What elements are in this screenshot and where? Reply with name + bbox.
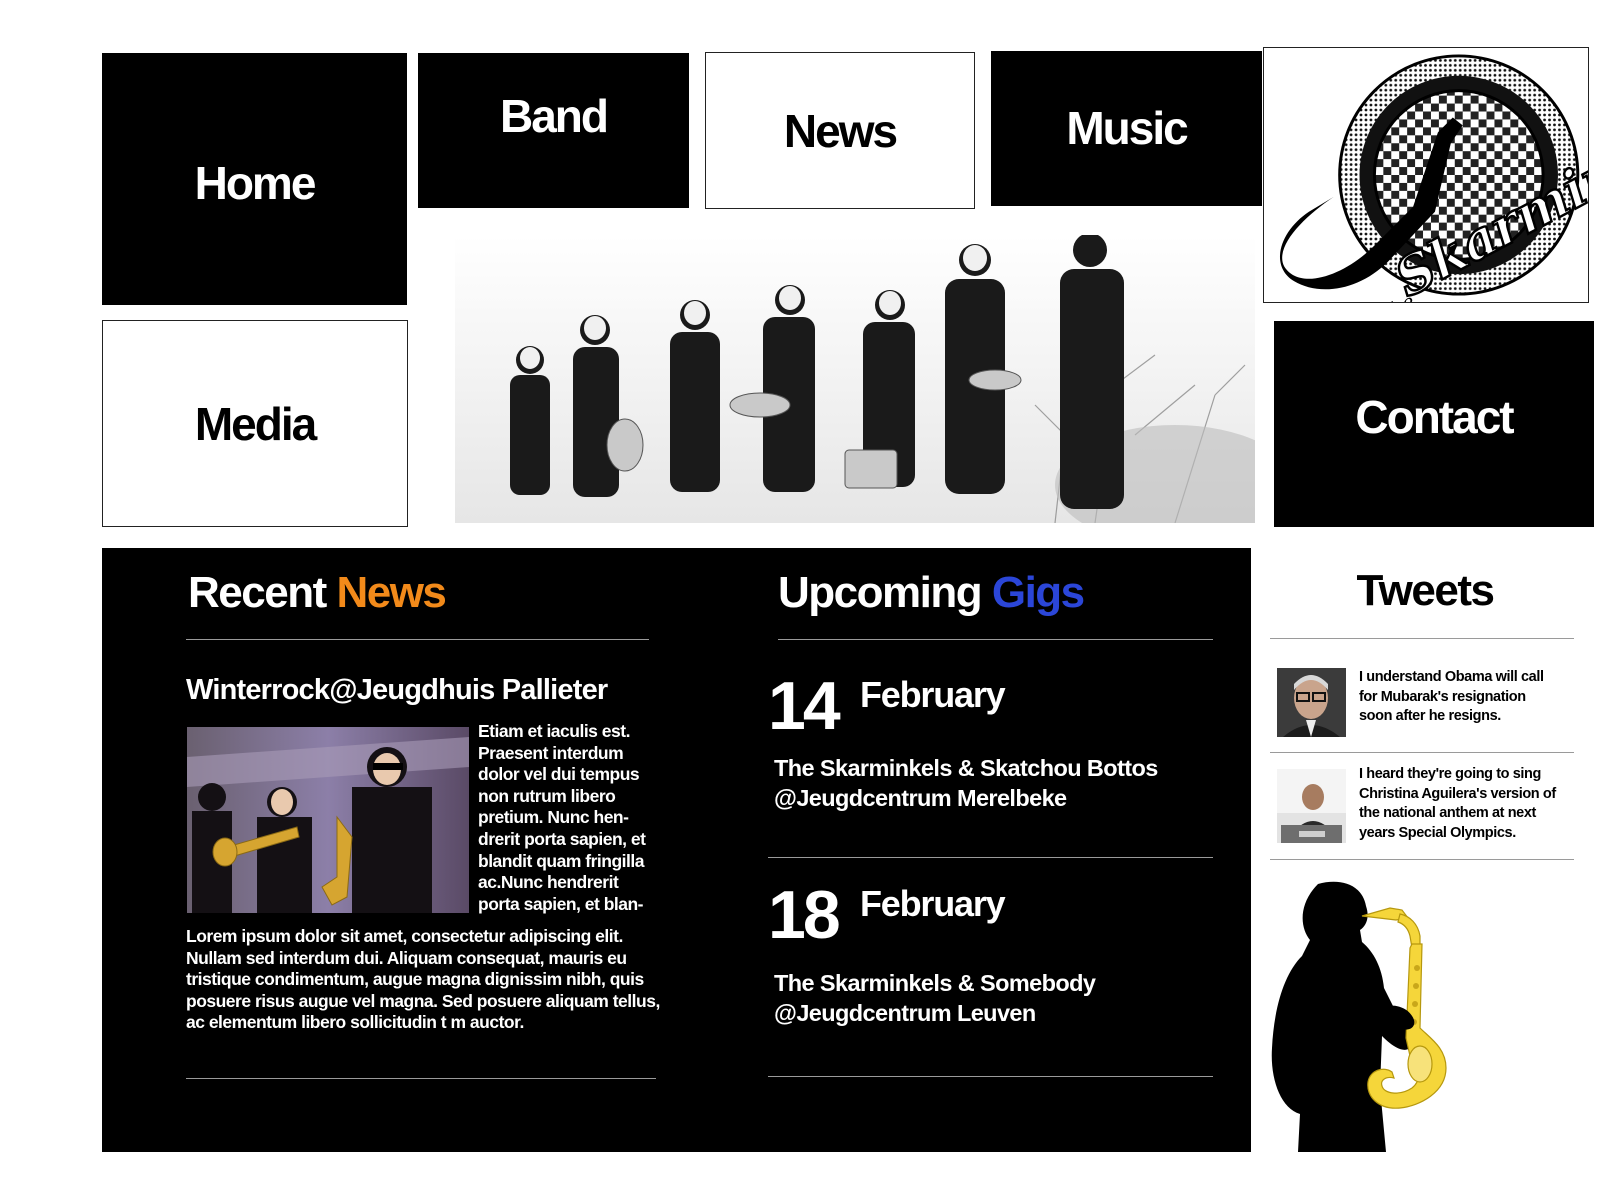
tweet-line: for Mubarak's resignation (1359, 688, 1526, 705)
nav-home-label: Home (194, 157, 317, 209)
upcoming-gigs-title-part1: Upcoming (778, 568, 983, 617)
news-body-text: Lorem ipsum dolor sit amet, consectetur … (186, 926, 666, 1034)
gig-description: The Skarminkels & Somebody @Jeugdcentrum… (774, 968, 1096, 1028)
tweet-text: I heard they're going to sing Christina … (1359, 765, 1569, 843)
tweet-line: years Special Olympics. (1359, 824, 1516, 841)
news-body-line: Nullam sed interdum dui. Aliquam consequ… (186, 947, 627, 968)
gig-line: The Skarminkels & Somebody (774, 970, 1096, 996)
tweet-item[interactable]: I understand Obama will call for Mubarak… (1266, 668, 1572, 748)
news-side-line: blandit quam fringilla (478, 850, 644, 871)
news-side-line: pretium. Nunc hen- (478, 807, 629, 828)
skarminkels-logo-icon: Skarminkels The (1279, 54, 1600, 328)
upcoming-gigs-title-accent: Gigs (991, 568, 1085, 617)
nav-media-label: Media (194, 397, 317, 450)
recent-news-divider (186, 639, 649, 640)
gig-day: 18 (768, 877, 841, 953)
news-side-line: non rutrum libero (478, 785, 616, 806)
tweet-line: soon after he resigns. (1359, 708, 1501, 724)
gig-description: The Skarminkels & Skatchou Bottos @Jeugd… (774, 753, 1158, 813)
tweet-avatar (1277, 668, 1346, 737)
nav-news-label: News (783, 104, 898, 157)
tweet-line: the national anthem at next (1359, 805, 1536, 821)
nav-contact[interactable]: Contact (1274, 321, 1594, 527)
upcoming-gigs-divider (778, 639, 1213, 640)
news-body-line: posuere risus augue vel magna. Sed posue… (186, 990, 660, 1011)
recent-news-title-part1: Recent (188, 568, 327, 617)
user-avatar-icon (1277, 668, 1346, 737)
saxophone-player-icon (1271, 881, 1447, 1152)
news-body-line: tristique condimentum, augue magna digni… (186, 969, 644, 990)
news-side-line: drerit porta sapien, et (478, 828, 646, 849)
recent-news-bottom-divider (186, 1078, 656, 1079)
news-side-line: Etiam et iaculis est. (478, 721, 630, 741)
saxophone-player-silhouette (1270, 878, 1470, 1152)
band-logo[interactable]: Skarminkels The (1263, 47, 1600, 328)
news-side-line: porta sapien, et blan- (478, 893, 644, 914)
tweet-text: I understand Obama will call for Mubarak… (1359, 668, 1569, 727)
nav-home[interactable]: Home (102, 53, 407, 305)
tweet-line: Christina Aguilera's version of (1359, 785, 1556, 802)
nav-band-label: Band (500, 89, 609, 142)
gig-day: 14 (768, 668, 841, 744)
main-panel: Recent News Winterrock@Jeugdhuis Palliet… (102, 548, 1251, 1152)
news-body-line: Lorem ipsum dolor sit amet, consectetur … (186, 926, 623, 946)
tweet-divider (1270, 752, 1574, 753)
tweet-line: I understand Obama will call (1359, 669, 1544, 685)
news-body-line: ac elementum libero sollicitudin t m auc… (186, 1012, 524, 1033)
news-photo[interactable] (187, 727, 469, 913)
gig-line: @Jeugdcentrum Merelbeke (774, 785, 1067, 811)
nav-media[interactable]: Media (102, 320, 408, 527)
tweets-divider (1270, 638, 1574, 639)
nav-music[interactable]: Music (991, 51, 1262, 206)
gig-divider (768, 857, 1213, 858)
band-photo (455, 233, 1295, 545)
tweets-bottom-divider (1270, 859, 1574, 860)
gig-line: The Skarminkels & Skatchou Bottos (774, 755, 1158, 781)
tweets-title: Tweets (1356, 566, 1495, 615)
gig-month: February (860, 674, 1006, 715)
tweet-line: I heard they're going to sing (1359, 766, 1541, 782)
user-avatar-icon (1277, 769, 1346, 843)
nav-contact-label: Contact (1355, 391, 1514, 443)
nav-news[interactable]: News (705, 52, 975, 209)
gig-line: @Jeugdcentrum Leuven (774, 1000, 1036, 1026)
news-side-text: Etiam et iaculis est. Praesent interdum … (478, 721, 668, 915)
nav-music-label: Music (1066, 101, 1188, 154)
nav-band[interactable]: Band (418, 53, 689, 208)
news-side-line: dolor vel dui tempus (478, 764, 640, 785)
news-side-line: Praesent interdum (478, 742, 624, 763)
concert-photo-icon (187, 727, 469, 913)
band-group-photo-icon (455, 233, 1295, 545)
recent-news-title-accent: News (336, 568, 446, 617)
tweet-avatar (1277, 769, 1346, 843)
tweet-item[interactable]: I heard they're going to sing Christina … (1266, 765, 1572, 855)
news-side-line: ac.Nunc hendrerit (478, 872, 619, 893)
upcoming-gigs-bottom-divider (768, 1076, 1213, 1077)
upcoming-gigs-title: Upcoming Gigs (778, 568, 1085, 618)
gig-month: February (860, 883, 1006, 924)
news-headline[interactable]: Winterrock@Jeugdhuis Pallieter (186, 674, 608, 707)
recent-news-title: Recent News (188, 568, 447, 618)
